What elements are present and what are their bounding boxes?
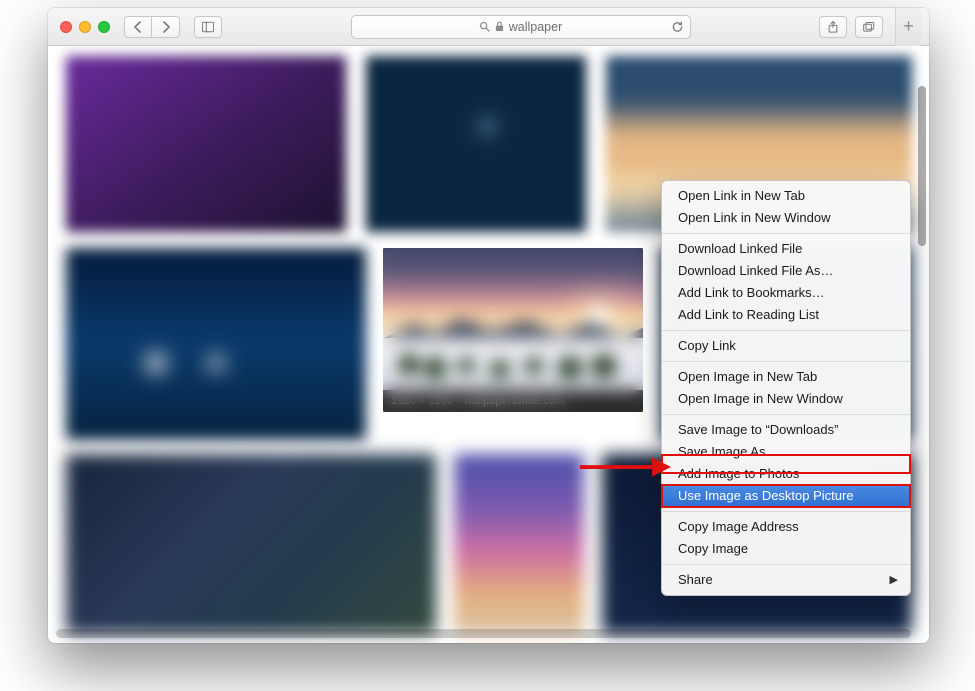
vertical-scrollbar[interactable] bbox=[917, 48, 927, 634]
thumbnail-art bbox=[383, 330, 643, 379]
context-menu-item[interactable]: Copy Link bbox=[662, 335, 910, 357]
nav-back-forward bbox=[124, 16, 180, 38]
search-icon bbox=[479, 21, 490, 32]
context-menu-item[interactable]: Download Linked File bbox=[662, 238, 910, 260]
menu-separator bbox=[662, 361, 910, 362]
image-caption: 1920 × 1200 - wallpaperswide.com bbox=[383, 390, 643, 412]
context-menu-item[interactable]: Open Image in New Window bbox=[662, 388, 910, 410]
sidebar-toggle-button[interactable] bbox=[194, 16, 222, 38]
context-menu-item[interactable]: Save Image to “Downloads” bbox=[662, 419, 910, 441]
chevron-right-icon: ▶ bbox=[890, 571, 898, 589]
image-result[interactable] bbox=[66, 454, 436, 634]
address-bar[interactable]: wallpaper bbox=[351, 15, 691, 39]
address-text: wallpaper bbox=[509, 20, 563, 34]
safari-window: wallpaper bbox=[48, 8, 929, 643]
toolbar-right bbox=[819, 16, 883, 38]
image-result[interactable] bbox=[66, 56, 346, 232]
context-menu-item[interactable]: Add Image to Photos bbox=[662, 463, 910, 485]
context-menu-item[interactable]: Copy Image bbox=[662, 538, 910, 560]
close-window-button[interactable] bbox=[60, 21, 72, 33]
address-bar-container: wallpaper bbox=[230, 15, 811, 39]
minimize-window-button[interactable] bbox=[79, 21, 91, 33]
sidebar-icon bbox=[202, 21, 214, 33]
tabs-icon bbox=[863, 21, 875, 33]
context-menu-item[interactable]: Open Image in New Tab bbox=[662, 366, 910, 388]
chevron-left-icon bbox=[132, 21, 144, 33]
fullscreen-window-button[interactable] bbox=[98, 21, 110, 33]
context-menu[interactable]: Open Link in New TabOpen Link in New Win… bbox=[661, 180, 911, 596]
context-menu-item[interactable]: Add Link to Reading List bbox=[662, 304, 910, 326]
context-menu-item[interactable]: Download Linked File As… bbox=[662, 260, 910, 282]
context-menu-item[interactable]: Open Link in New Window bbox=[662, 207, 910, 229]
share-icon bbox=[827, 21, 839, 33]
image-result[interactable] bbox=[454, 454, 584, 634]
window-titlebar: wallpaper bbox=[48, 8, 929, 46]
scrollbar-thumb[interactable] bbox=[56, 629, 911, 638]
tabs-button[interactable] bbox=[855, 16, 883, 38]
menu-separator bbox=[662, 511, 910, 512]
menu-separator bbox=[662, 414, 910, 415]
chevron-right-icon bbox=[160, 21, 172, 33]
image-result-selected[interactable]: 1920 × 1200 - wallpaperswide.com bbox=[383, 248, 643, 412]
menu-separator bbox=[662, 233, 910, 234]
context-menu-item[interactable]: Use Image as Desktop Picture bbox=[662, 485, 910, 507]
context-menu-item[interactable]: Save Image As… bbox=[662, 441, 910, 463]
traffic-lights bbox=[60, 21, 110, 33]
lock-icon bbox=[495, 21, 504, 32]
menu-separator bbox=[662, 564, 910, 565]
menu-separator bbox=[662, 330, 910, 331]
context-menu-item[interactable]: Add Link to Bookmarks… bbox=[662, 282, 910, 304]
image-result[interactable] bbox=[66, 248, 366, 440]
back-button[interactable] bbox=[124, 16, 152, 38]
context-menu-item[interactable]: Copy Image Address bbox=[662, 516, 910, 538]
context-menu-item[interactable]: Share▶ bbox=[662, 569, 910, 591]
share-button[interactable] bbox=[819, 16, 847, 38]
thumbnail-art bbox=[583, 304, 613, 334]
horizontal-scrollbar[interactable] bbox=[56, 629, 911, 638]
thumbnail-art bbox=[383, 248, 643, 412]
forward-button[interactable] bbox=[152, 16, 180, 38]
reload-icon[interactable] bbox=[671, 20, 684, 33]
image-result[interactable] bbox=[366, 56, 586, 232]
thumbnail-art bbox=[383, 317, 643, 353]
new-tab-button[interactable]: + bbox=[895, 8, 921, 46]
scrollbar-thumb[interactable] bbox=[918, 86, 926, 246]
thumbnail-art bbox=[383, 338, 643, 412]
plus-icon: + bbox=[903, 16, 914, 37]
context-menu-item[interactable]: Open Link in New Tab bbox=[662, 185, 910, 207]
